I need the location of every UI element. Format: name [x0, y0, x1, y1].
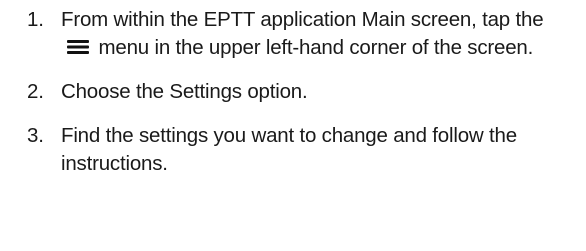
step-text-before: From within the EPTT application Main sc…: [61, 8, 544, 31]
step-number: 2.: [27, 80, 44, 103]
step-3: 3. Find the settings you want to change …: [0, 122, 586, 178]
step-2: 2. Choose the Settings option.: [0, 78, 586, 106]
hamburger-menu-icon: [67, 39, 89, 55]
step-text-after: menu in the upper left-hand corner of th…: [98, 36, 534, 59]
step-text: Find the settings you want to change and…: [61, 124, 517, 175]
step-text-before: Choose the: [61, 80, 164, 103]
step-text-after: option.: [247, 80, 308, 103]
step-1: 1. From within the EPTT application Main…: [0, 6, 586, 62]
step-number: 1.: [27, 8, 44, 31]
instruction-steps: 1. From within the EPTT application Main…: [0, 6, 586, 178]
settings-option-label: Settings: [169, 80, 242, 103]
step-number: 3.: [27, 124, 44, 147]
